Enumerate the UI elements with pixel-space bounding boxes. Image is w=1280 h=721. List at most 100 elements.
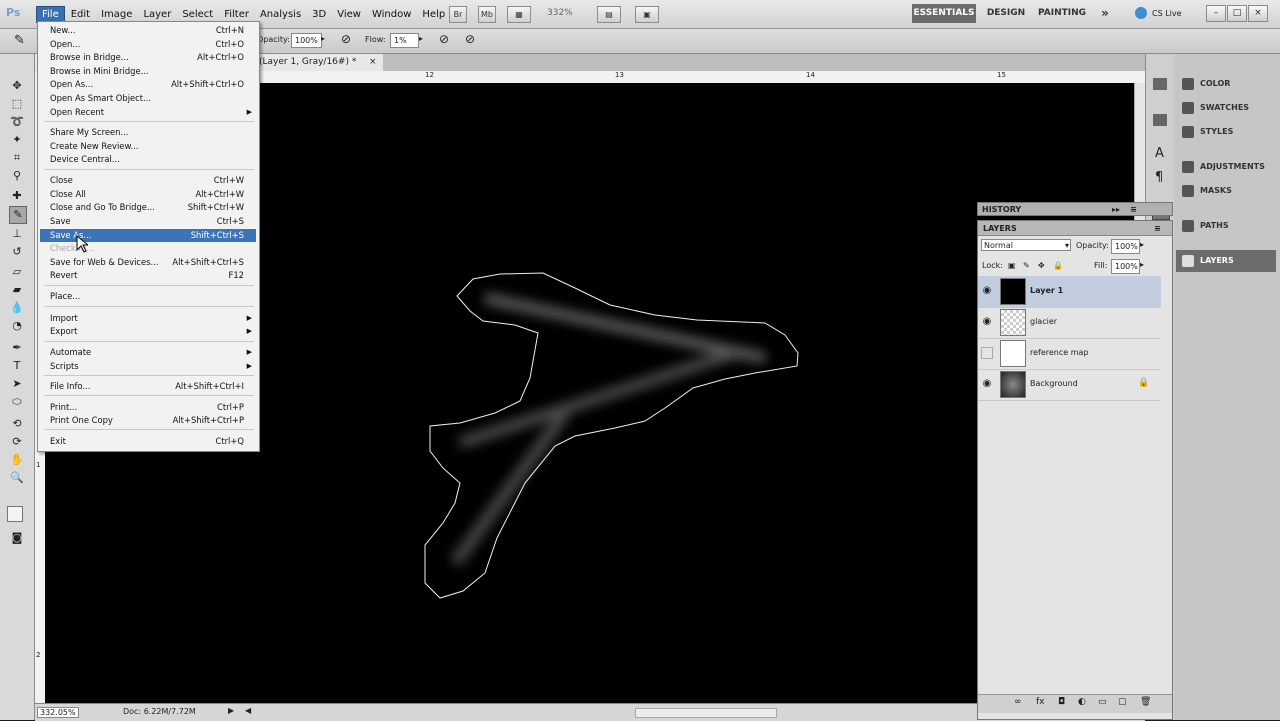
move-tool-icon[interactable]: ✥ xyxy=(9,78,25,94)
menu-item-exit[interactable]: Exit Ctrl+Q xyxy=(40,435,256,448)
menu-item-export[interactable]: Export ▶ xyxy=(40,325,256,338)
opacity-arrow-icon[interactable]: ▸ xyxy=(1140,240,1144,249)
menu-item-open-smart-object[interactable]: Open As Smart Object... xyxy=(40,92,256,105)
visibility-eye-icon[interactable]: ◉ xyxy=(981,316,993,328)
blend-mode-select[interactable]: Normal ▾ xyxy=(981,239,1071,251)
lock-pixels-icon[interactable]: ✎ xyxy=(1023,261,1030,270)
clone-stamp-tool-icon[interactable]: ⊥ xyxy=(9,226,25,242)
add-mask-icon[interactable]: ◘ xyxy=(1058,697,1065,707)
lock-position-icon[interactable]: ✥ xyxy=(1038,261,1045,270)
menu-item-print[interactable]: Print... Ctrl+P xyxy=(40,401,256,414)
dock-color[interactable]: COLOR xyxy=(1176,73,1276,95)
marquee-tool-icon[interactable]: ⬚ xyxy=(9,96,25,112)
lock-all-icon[interactable]: 🔒 xyxy=(1053,261,1063,270)
menu-item-import[interactable]: Import ▶ xyxy=(40,312,256,325)
close-window-button[interactable]: × xyxy=(1248,5,1268,22)
flow-arrow-icon[interactable]: ▸ xyxy=(419,34,423,43)
history-panel-header[interactable]: HISTORY ▸▸ ≡ xyxy=(977,202,1173,216)
menu-item-browse-bridge[interactable]: Browse in Bridge... Alt+Ctrl+O xyxy=(40,51,256,64)
menu-item-open-as[interactable]: Open As... Alt+Shift+Ctrl+O xyxy=(40,78,256,91)
lasso-tool-icon[interactable]: ➰ xyxy=(9,114,25,130)
layer-style-icon[interactable]: fx xyxy=(1036,697,1045,707)
actions-icon[interactable] xyxy=(1153,114,1167,126)
flow-field[interactable]: 1% xyxy=(390,33,419,48)
menu-item-save-for-web[interactable]: Save for Web & Devices... Alt+Shift+Ctrl+… xyxy=(40,256,256,269)
collapse-icon[interactable]: ▸▸ xyxy=(1112,203,1120,217)
workspace-essentials[interactable]: ESSENTIALS xyxy=(912,4,976,23)
scroll-left-icon[interactable]: ◀ xyxy=(245,706,251,715)
crop-tool-icon[interactable]: ⌗ xyxy=(9,150,25,166)
history-brush-tool-icon[interactable]: ↺ xyxy=(9,244,25,260)
layer-row[interactable]: ◉ glacier xyxy=(978,307,1161,339)
menu-item-save-as[interactable]: Save As... Shift+Ctrl+S xyxy=(40,229,256,242)
more-workspaces-button[interactable]: » xyxy=(1096,4,1114,23)
status-arrow-icon[interactable]: ▶ xyxy=(228,706,234,715)
blur-tool-icon[interactable]: 💧 xyxy=(9,300,25,316)
arrange-documents-icon[interactable]: ▤ xyxy=(597,6,621,23)
healing-brush-tool-icon[interactable]: ✚ xyxy=(9,188,25,204)
menu-help[interactable]: Help xyxy=(417,7,450,22)
dock-swatches[interactable]: SWATCHES xyxy=(1176,97,1276,119)
eyedropper-tool-icon[interactable]: ⚲ xyxy=(9,168,25,184)
link-layers-icon[interactable]: ∞ xyxy=(1014,697,1022,707)
dock-styles[interactable]: STYLES xyxy=(1176,121,1276,143)
status-zoom[interactable]: 332.05% xyxy=(37,707,79,718)
zoom-level[interactable]: 332% xyxy=(547,8,573,18)
screen-mode-icon[interactable]: ▣ xyxy=(635,6,659,23)
brush-tool-icon[interactable]: ✎ xyxy=(9,206,27,224)
zoom-tool-icon[interactable]: 🔍 xyxy=(9,470,25,486)
view-extras-icon[interactable]: ▦ xyxy=(507,6,531,23)
menu-item-close[interactable]: Close Ctrl+W xyxy=(40,174,256,187)
menu-file[interactable]: File xyxy=(36,5,65,23)
menu-item-open-recent[interactable]: Open Recent ▶ xyxy=(40,106,256,119)
dock-masks[interactable]: MASKS xyxy=(1176,180,1276,202)
shape-tool-icon[interactable]: ⬭ xyxy=(9,394,25,410)
histogram-icon[interactable] xyxy=(1153,78,1167,90)
panel-menu-icon[interactable]: ≡ xyxy=(1130,203,1137,217)
menu-item-new[interactable]: New... Ctrl+N xyxy=(40,24,256,37)
cs-live-label[interactable]: CS Live xyxy=(1152,9,1182,18)
horizontal-scrollbar[interactable] xyxy=(635,708,777,718)
layers-opacity-field[interactable]: 100% xyxy=(1111,239,1140,254)
visibility-eye-icon[interactable]: ◉ xyxy=(981,378,993,390)
menu-item-print-one-copy[interactable]: Print One Copy Alt+Shift+Ctrl+P xyxy=(40,414,256,427)
fill-field[interactable]: 100% xyxy=(1111,259,1140,274)
menu-item-browse-mini-bridge[interactable]: Browse in Mini Bridge... xyxy=(40,65,256,78)
character-icon[interactable]: A xyxy=(1155,146,1164,161)
maximize-button[interactable]: □ xyxy=(1227,5,1247,22)
dock-adjustments[interactable]: ADJUSTMENTS xyxy=(1176,156,1276,178)
menu-window[interactable]: Window xyxy=(367,7,416,22)
pressure-size-icon[interactable]: ⊘ xyxy=(465,32,475,46)
menu-analysis[interactable]: Analysis xyxy=(255,7,306,22)
layer-row[interactable]: reference map xyxy=(978,338,1161,370)
opacity-arrow-icon[interactable]: ▸ xyxy=(321,34,325,43)
pressure-opacity-icon[interactable]: ⊘ xyxy=(341,32,351,46)
new-group-icon[interactable]: ▭ xyxy=(1098,697,1107,707)
type-tool-icon[interactable]: T xyxy=(9,358,25,374)
pen-tool-icon[interactable]: ✒ xyxy=(9,340,25,356)
menu-filter[interactable]: Filter xyxy=(219,7,254,22)
menu-item-place[interactable]: Place... xyxy=(40,290,256,303)
menu-item-scripts[interactable]: Scripts ▶ xyxy=(40,360,256,373)
menu-3d[interactable]: 3D xyxy=(307,7,331,22)
menu-select[interactable]: Select xyxy=(177,7,218,22)
path-select-tool-icon[interactable]: ➤ xyxy=(9,376,25,392)
layer-row[interactable]: ◉ Layer 1 xyxy=(978,276,1161,308)
minimize-button[interactable]: – xyxy=(1206,5,1226,22)
layer-row[interactable]: ◉ Background 🔒 xyxy=(978,369,1161,401)
dock-layers[interactable]: LAYERS xyxy=(1176,250,1276,272)
dock-paths[interactable]: PATHS xyxy=(1176,215,1276,237)
workspace-design[interactable]: DESIGN xyxy=(982,4,1030,23)
cs-live-icon[interactable] xyxy=(1135,7,1147,19)
foreground-color-swatch[interactable] xyxy=(7,506,23,522)
brush-preset-icon[interactable]: ✎ xyxy=(14,33,25,48)
lock-transparency-icon[interactable]: ▣ xyxy=(1008,261,1016,270)
paragraph-icon[interactable]: ¶ xyxy=(1155,170,1163,185)
menu-edit[interactable]: Edit xyxy=(66,7,95,22)
menu-layer[interactable]: Layer xyxy=(138,7,176,22)
quick-select-tool-icon[interactable]: ✦ xyxy=(9,132,25,148)
mini-bridge-button[interactable]: Mb xyxy=(478,6,496,23)
workspace-painting[interactable]: PAINTING xyxy=(1036,4,1088,23)
new-layer-icon[interactable]: ▢ xyxy=(1118,697,1127,707)
menu-item-open[interactable]: Open... Ctrl+O xyxy=(40,38,256,51)
